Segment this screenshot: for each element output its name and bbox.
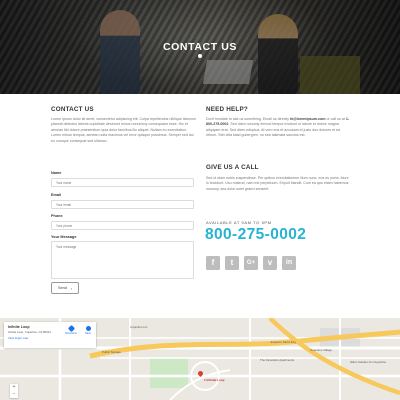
contact-intro: Lorem ipsum dolor sit amet, consectetur …	[51, 117, 196, 143]
bookmark-icon	[85, 326, 91, 331]
name-label: Name	[51, 171, 62, 175]
email-label: Email	[51, 193, 62, 197]
email-field[interactable]	[51, 200, 194, 209]
save-label: Save	[85, 332, 91, 335]
map-street-label: Cupertino Inn	[130, 325, 148, 329]
call-text: Sed ut diam nobis suspendisse. Per quibu…	[206, 176, 349, 191]
phone-label: Phone	[51, 214, 63, 218]
contact-heading: CONTACT US	[51, 106, 94, 113]
help-text-part: or call us at	[325, 117, 346, 121]
map-street-label: Public Storage	[102, 350, 121, 354]
map-street-label: Hilton Garden Inn Cupertino	[350, 360, 386, 364]
map-street-label: The Veranda's Apartments	[260, 358, 294, 362]
phone-number[interactable]: 800-275-0002	[205, 226, 306, 244]
map-place-card: Infinite Loop Infinite Loop, Cupertino, …	[4, 322, 96, 348]
page-title: CONTACT US	[162, 41, 238, 53]
map-pin-label: 1 Infinite Loop	[204, 378, 225, 382]
name-field[interactable]	[51, 178, 194, 187]
directions-icon	[67, 324, 75, 333]
linkedin-icon[interactable]: in	[282, 256, 296, 270]
help-email-link[interactable]: hi@loremipsum.com	[290, 117, 325, 121]
chevron-right-icon: ›	[70, 285, 72, 291]
map-zoom-control[interactable]: + −	[10, 384, 18, 398]
directions-label: Directions	[65, 332, 77, 335]
send-button[interactable]: Send ›	[51, 282, 79, 294]
zoom-out-icon[interactable]: −	[10, 391, 18, 398]
title-divider-dot	[198, 54, 202, 58]
twitter-icon[interactable]: t	[225, 256, 239, 270]
help-heading: NEED HELP?	[206, 106, 248, 113]
help-text: Don't hesitate to ask us something. Emai…	[206, 117, 352, 139]
availability-text: AVAILABLE AT 9AM TO 5PM	[206, 220, 272, 225]
view-larger-map-link[interactable]: View larger map	[8, 336, 28, 340]
map-place-title: Infinite Loop	[8, 325, 30, 329]
zoom-in-icon[interactable]: +	[10, 384, 18, 391]
vimeo-icon[interactable]: v	[263, 256, 277, 270]
map-street-label: Cupertino Village	[310, 348, 332, 352]
message-label: Your Message	[51, 235, 77, 239]
phone-field[interactable]	[51, 221, 194, 230]
facebook-icon[interactable]: f	[206, 256, 220, 270]
map-place-address: Infinite Loop, Cupertino, CA 95014	[8, 330, 51, 334]
call-heading: GIVE US A CALL	[206, 164, 259, 171]
help-text-part: Don't hesitate to ask us something. Emai…	[206, 117, 290, 121]
directions-button[interactable]: Directions	[64, 324, 78, 335]
send-button-label: Send	[58, 286, 67, 290]
message-field[interactable]	[51, 241, 194, 279]
google-plus-icon[interactable]: G+	[244, 256, 258, 270]
save-button[interactable]: Save	[82, 326, 94, 335]
map-street-label: Juniperro Serra Fwy	[270, 340, 297, 344]
